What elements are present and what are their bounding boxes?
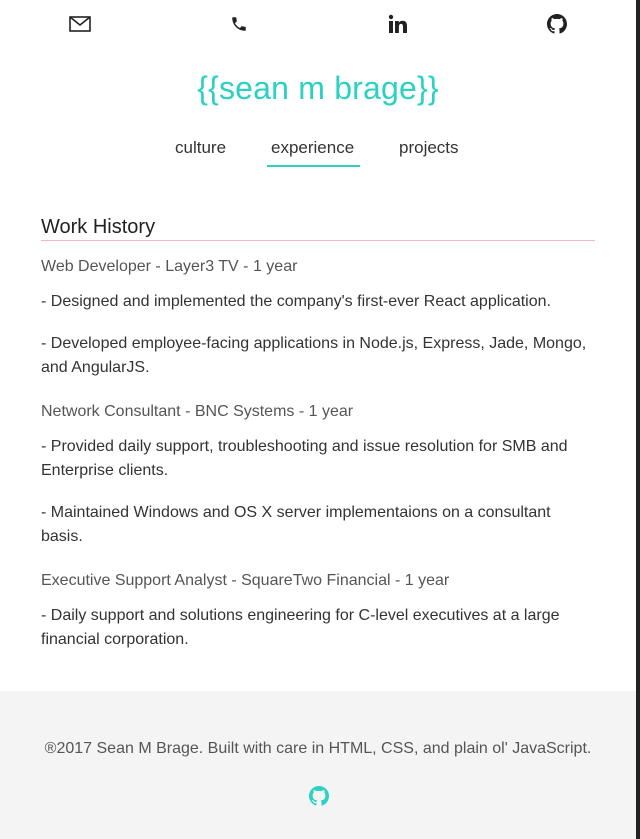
job-bullet: - Daily support and solutions engineerin… <box>41 606 560 649</box>
job-entry: Web Developer - Layer3 TV - 1 year - Des… <box>41 258 595 381</box>
linkedin-icon[interactable] <box>386 12 410 36</box>
job-title: Web Developer - Layer3 TV - 1 year <box>41 258 298 275</box>
job-bullet: - Maintained Windows and OS X server imp… <box>41 503 551 546</box>
site-brand: {{sean m brage}} <box>197 70 439 106</box>
job-bullet: - Designed and implemented the company's… <box>41 293 551 310</box>
footer-copyright: ®2017 Sean M Brage. Built with care in H… <box>44 740 592 757</box>
github-icon[interactable] <box>309 786 329 806</box>
page-footer: ®2017 Sean M Brage. Built with care in H… <box>0 691 636 839</box>
window-edge <box>636 0 640 839</box>
contact-bar <box>0 0 640 50</box>
tab-experience[interactable]: experience <box>267 138 361 167</box>
job-entry: Executive Support Analyst - SquareTwo Fi… <box>41 572 595 653</box>
job-title: Network Consultant - BNC Systems - 1 yea… <box>41 402 354 420</box>
job-entry: Network Consultant - BNC Systems - 1 yea… <box>41 403 595 550</box>
job-bullet: - Provided daily support, troubleshootin… <box>41 437 568 480</box>
main-nav: culture experience projects <box>0 138 640 174</box>
tab-projects[interactable]: projects <box>399 138 459 165</box>
section-title: Work History <box>41 216 595 241</box>
tab-culture[interactable]: culture <box>175 138 226 165</box>
experience-content: Work History Web Developer - Layer3 TV -… <box>41 216 595 691</box>
mail-icon[interactable] <box>68 12 92 36</box>
job-title: Executive Support Analyst - SquareTwo Fi… <box>41 571 450 589</box>
job-bullet: - Developed employee-facing applications… <box>41 334 587 377</box>
github-icon[interactable] <box>545 12 569 36</box>
phone-icon[interactable] <box>227 12 251 36</box>
